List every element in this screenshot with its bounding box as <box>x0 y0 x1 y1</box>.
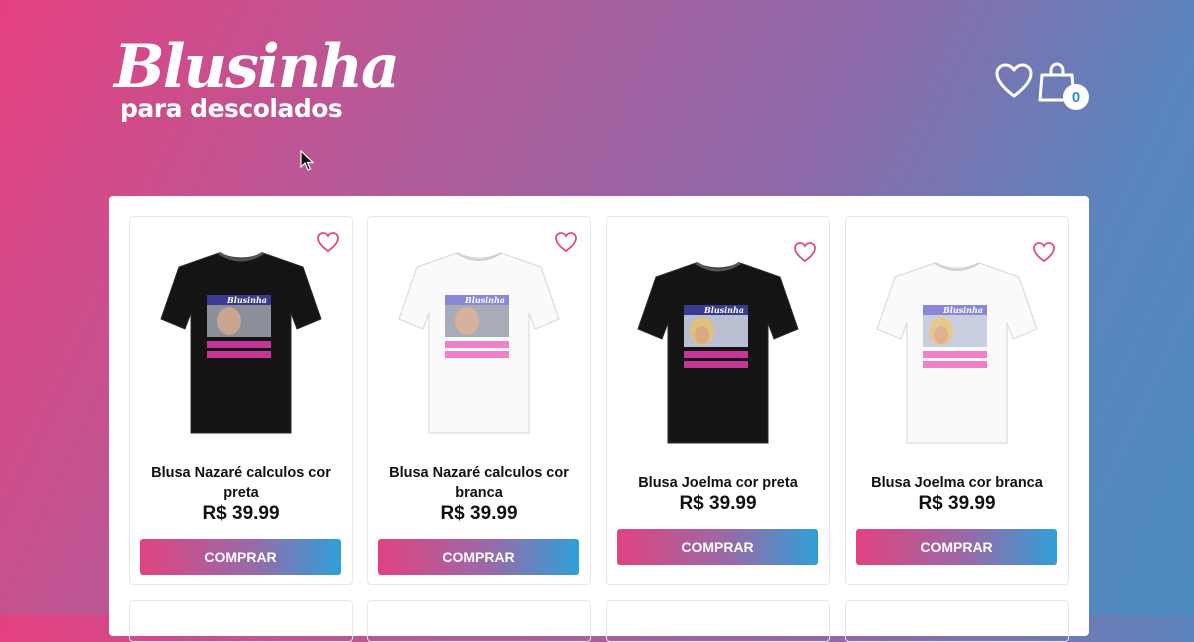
buy-button[interactable]: COMPRAR <box>140 539 341 575</box>
brand-logo[interactable]: Blusinha para descolados <box>114 32 400 122</box>
print-label: Blusinha <box>464 295 505 305</box>
brand-name: Blusinha <box>114 32 400 102</box>
mouse-cursor-icon <box>300 150 314 171</box>
product-card[interactable]: Blusinha Blusa Nazaré calculos cor preta… <box>129 216 353 585</box>
print-label: Blusinha <box>226 295 267 305</box>
product-card[interactable] <box>367 600 591 642</box>
product-image[interactable]: Blusinha <box>397 245 561 441</box>
product-image[interactable]: Blusinha <box>875 255 1039 451</box>
product-card[interactable] <box>606 600 830 642</box>
product-price: R$ 39.99 <box>202 503 280 524</box>
product-grid: Blusinha Blusa Nazaré calculos cor preta… <box>109 196 1089 642</box>
print-label: Blusinha <box>703 305 744 315</box>
product-image[interactable]: Blusinha <box>636 255 800 451</box>
product-price: R$ 39.99 <box>440 503 518 524</box>
buy-button[interactable]: COMPRAR <box>378 539 579 575</box>
product-card[interactable]: Blusinha Blusa Joelma cor branca R$ 39.9… <box>845 216 1069 585</box>
product-title[interactable]: Blusa Joelma cor preta <box>617 473 819 493</box>
buy-button[interactable]: COMPRAR <box>856 529 1057 565</box>
cart-count-badge: 0 <box>1063 84 1089 110</box>
favorites-button[interactable] <box>994 62 1034 102</box>
product-card[interactable] <box>845 600 1069 642</box>
product-title[interactable]: Blusa Nazaré calculos cor preta <box>140 463 342 503</box>
product-card[interactable] <box>129 600 353 642</box>
product-price: R$ 39.99 <box>679 493 757 514</box>
heart-outline-icon <box>995 63 1033 98</box>
print-label: Blusinha <box>942 305 983 315</box>
buy-button[interactable]: COMPRAR <box>617 529 818 565</box>
product-card[interactable]: Blusinha Blusa Joelma cor preta R$ 39.99… <box>606 216 830 585</box>
product-title[interactable]: Blusa Joelma cor branca <box>856 473 1058 493</box>
cart-button[interactable]: 0 <box>1038 62 1089 112</box>
product-image[interactable]: Blusinha <box>159 245 323 441</box>
product-card[interactable]: Blusinha Blusa Nazaré calculos cor branc… <box>367 216 591 585</box>
product-title[interactable]: Blusa Nazaré calculos cor branca <box>378 463 580 503</box>
product-price: R$ 39.99 <box>918 493 996 514</box>
